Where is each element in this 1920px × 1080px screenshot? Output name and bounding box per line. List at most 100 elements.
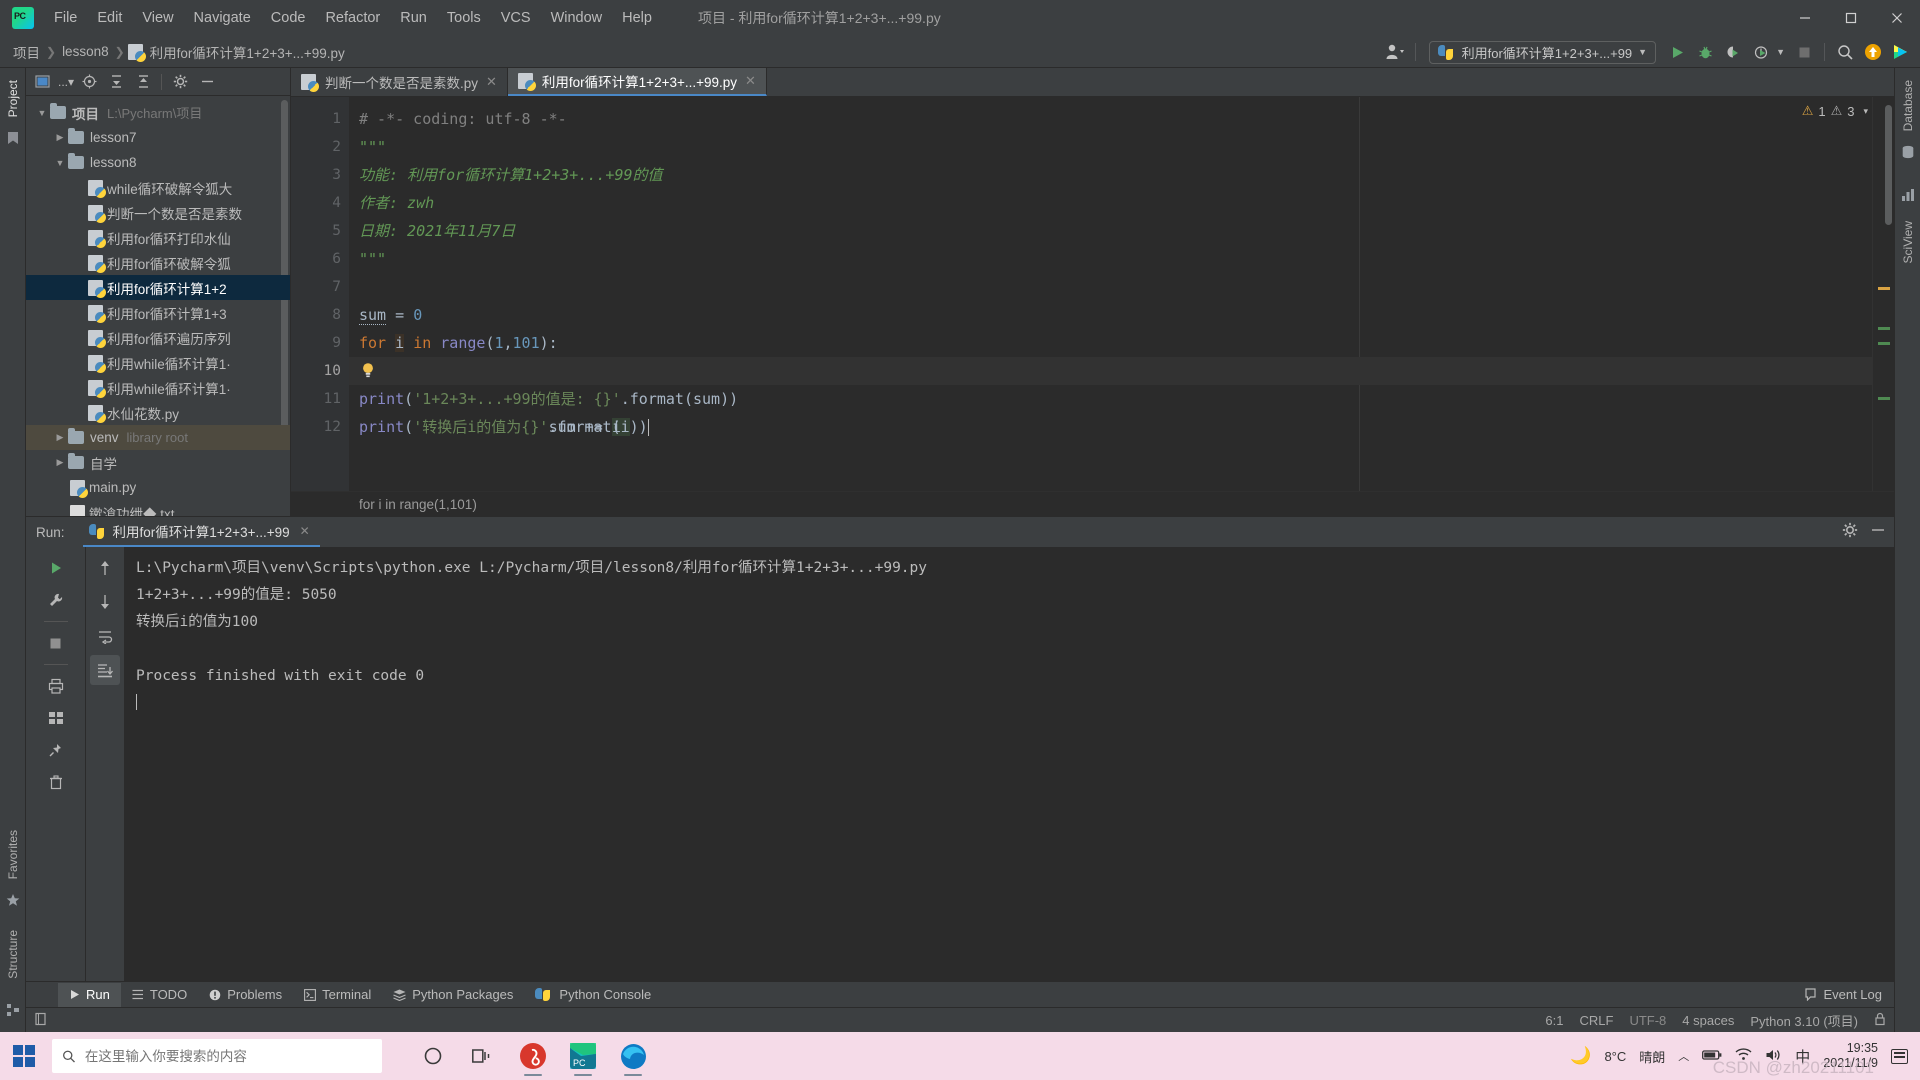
ide-settings-icon[interactable] [1888,39,1914,65]
tree-row[interactable]: 利用for循环遍历序列 [26,325,290,350]
weak-warning-marker[interactable] [1878,327,1890,330]
weather-temp[interactable]: 8°C [1604,1049,1626,1064]
project-tree[interactable]: ▼ 项目 L:\Pycharm\项目 ▶ lesson7 ▼ lesson8 w… [26,96,290,516]
code-line-3[interactable]: 功能: 利用for循环计算1+2+3+...+99的值 [349,161,1872,189]
editor-scrollbar[interactable] [1885,105,1892,225]
close-icon[interactable]: ✕ [745,73,756,89]
code-line-12[interactable]: print('转换后i的值为{}'.format(i)) [349,413,1872,441]
code-line-10[interactable]: sum += i [349,357,1872,436]
tree-row[interactable]: while循环破解令狐大 [26,175,290,200]
code-line-6[interactable]: """ [349,245,1872,273]
line-number-gutter[interactable]: 1 2 3 4 5 6 7 8 9 10 11 12 [291,97,349,491]
wifi-icon[interactable] [1735,1048,1752,1064]
tree-row[interactable]: 判断一个数是否是素数 [26,200,290,225]
stop-button[interactable] [1791,39,1817,65]
tree-row[interactable]: ▼ 项目 L:\Pycharm\项目 [26,100,290,125]
tool-window-python-console[interactable]: Python Console [524,983,662,1007]
taskbar-search[interactable] [52,1039,382,1073]
update-project-icon[interactable] [1860,39,1886,65]
close-button[interactable] [1874,0,1920,36]
rail-favorites[interactable]: Favorites [6,830,20,879]
code-editor[interactable]: ⚠ 1 ⚠ 3 ▾ 1 2 3 4 5 6 7 8 9 10 11 12 # -… [291,97,1894,491]
tree-row[interactable]: main.py [26,475,290,500]
tree-row[interactable]: 利用for循环计算1+3 [26,300,290,325]
tree-row[interactable]: ▶ 自学 [26,450,290,475]
tree-row[interactable]: 利用for循环打印水仙 [26,225,290,250]
search-everywhere-icon[interactable] [1832,39,1858,65]
chevron-down-icon[interactable]: ▼ [34,108,50,118]
battery-icon[interactable] [1702,1049,1722,1064]
menu-run[interactable]: Run [390,6,437,30]
tool-window-terminal[interactable]: Terminal [293,983,382,1007]
menu-tools[interactable]: Tools [437,6,491,30]
pin-icon[interactable] [41,735,71,765]
volume-icon[interactable] [1765,1048,1782,1065]
editor-tab-active[interactable]: 利用for循环计算1+2+3+...+99.py ✕ [507,68,767,96]
bookmarks-icon[interactable] [6,131,20,150]
menu-navigate[interactable]: Navigate [184,6,261,30]
tree-row-venv[interactable]: ▶ venv library root [26,425,290,450]
chevron-down-icon[interactable]: ▾ [1863,106,1868,117]
menu-file[interactable]: File [44,6,87,30]
maximize-button[interactable] [1828,0,1874,36]
indent-setting[interactable]: 4 spaces [1682,1013,1734,1028]
python-interpreter[interactable]: Python 3.10 (项目) [1750,1011,1858,1030]
editor-tab-inactive[interactable]: 判断一个数是否是素数.py ✕ [291,68,508,96]
ime-indicator[interactable]: 中 [1795,1046,1810,1067]
database-icon[interactable] [1901,145,1915,164]
code-content[interactable]: # -*- coding: utf-8 -*- """ 功能: 利用for循环计… [349,97,1872,491]
weather-desc[interactable]: 晴朗 [1639,1047,1665,1066]
scroll-to-end-icon[interactable] [90,655,120,685]
edge-icon[interactable] [612,1034,654,1078]
tool-window-python-packages[interactable]: Python Packages [382,983,524,1007]
tool-window-problems[interactable]: Problems [198,983,293,1007]
menu-code[interactable]: Code [261,6,316,30]
code-line-8[interactable]: sum = 0 [349,301,1872,329]
menu-vcs[interactable]: VCS [491,6,541,30]
notification-center-icon[interactable] [1891,1048,1908,1064]
menu-refactor[interactable]: Refactor [315,6,390,30]
tree-row[interactable]: 水仙花数.py [26,400,290,425]
soft-wrap-icon[interactable] [90,621,120,651]
tool-window-run[interactable]: Run [58,982,121,1007]
code-line-7[interactable] [349,273,1872,301]
weak-warning-marker[interactable] [1878,342,1890,345]
run-button[interactable] [1664,39,1690,65]
close-icon[interactable]: ✕ [486,74,497,90]
tree-row[interactable]: ▶ lesson7 [26,125,290,150]
caret-position[interactable]: 6:1 [1545,1013,1563,1028]
breadcrumb-folder[interactable]: lesson8 [59,44,112,59]
editor-breadcrumb[interactable]: for i in range(1,101) [291,491,1894,516]
cortana-icon[interactable] [412,1034,454,1078]
hide-panel-icon[interactable] [195,71,219,93]
tray-expand-icon[interactable]: ︿ [1678,1048,1689,1064]
run-configuration-selector[interactable]: 利用for循环计算1+2+3+...+99 ▼ [1428,40,1657,64]
gear-icon[interactable] [1842,522,1858,543]
rail-structure[interactable]: Structure [6,930,20,979]
down-arrow-icon[interactable] [90,587,120,617]
rail-project[interactable]: Project [6,80,20,117]
tree-row[interactable]: 利用while循环计算1· [26,350,290,375]
tree-row[interactable]: 利用while循环计算1· [26,375,290,400]
breadcrumb-file[interactable]: 利用for循环计算1+2+3+...+99.py [147,42,348,62]
code-line-5[interactable]: 日期: 2021年11月7日 [349,217,1872,245]
chevron-right-icon[interactable]: ▶ [52,432,68,443]
tree-row[interactable]: ▼ lesson8 [26,150,290,175]
intention-bulb-icon[interactable] [361,362,375,379]
tree-row-selected[interactable]: 利用for循环计算1+2 [26,275,290,300]
favorites-star-icon[interactable] [6,893,20,912]
code-line-2[interactable]: """ [349,133,1872,161]
account-icon[interactable] [1382,39,1408,65]
menu-help[interactable]: Help [612,6,662,30]
expand-all-icon[interactable] [104,71,128,93]
project-view-selector-icon[interactable] [31,71,55,93]
event-log-group[interactable]: Event Log [1804,987,1894,1002]
print-icon[interactable] [41,671,71,701]
up-arrow-icon[interactable] [90,553,120,583]
search-input[interactable] [84,1048,372,1064]
scroll-from-source-icon[interactable] [77,71,101,93]
stop-button[interactable] [41,628,71,658]
minimize-button[interactable] [1782,0,1828,36]
netease-music-icon[interactable] [512,1034,554,1078]
debug-button[interactable] [1692,39,1718,65]
